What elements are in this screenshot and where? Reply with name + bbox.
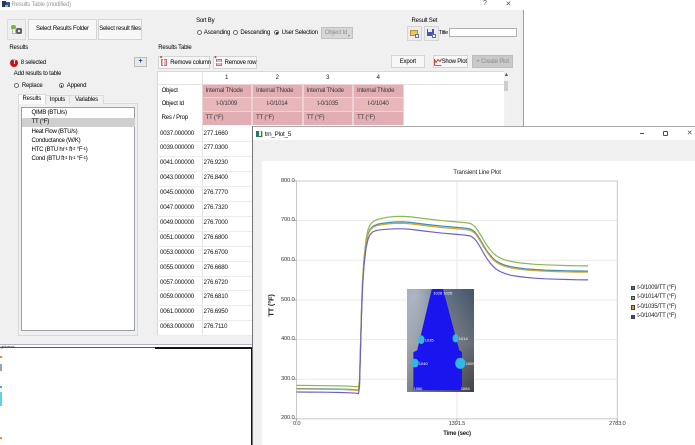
svg-text:1064: 1064 (460, 386, 470, 391)
svg-text:1035: 1035 (424, 337, 434, 342)
svg-text:1025: 1025 (443, 290, 453, 295)
svg-text:1060: 1060 (413, 386, 423, 391)
svg-text:1026: 1026 (433, 290, 443, 295)
svg-text:1014: 1014 (458, 336, 468, 341)
svg-text:1009: 1009 (465, 361, 474, 366)
svg-text:1040: 1040 (418, 360, 428, 365)
